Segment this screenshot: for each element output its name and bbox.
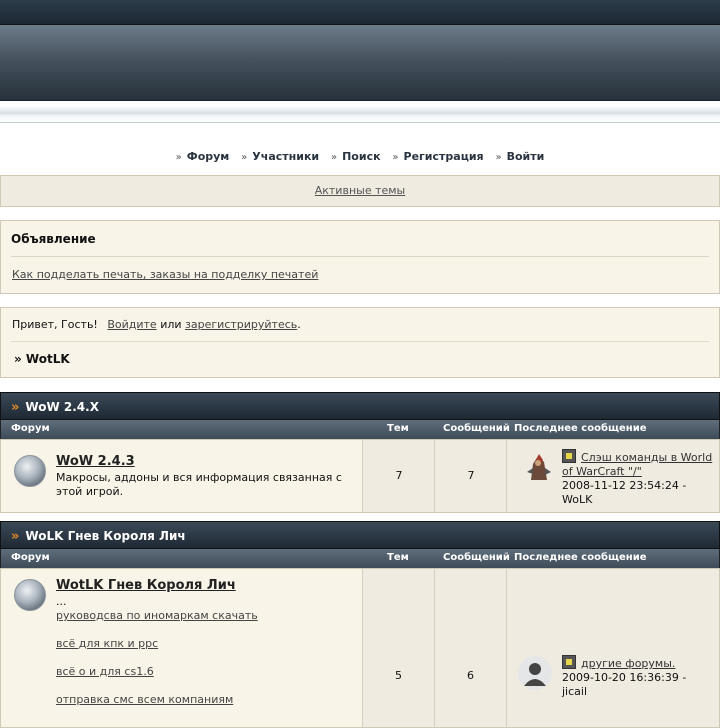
last-post-info: Слэш команды в World of WarCraft "/" 200… — [562, 449, 717, 507]
avatar — [521, 450, 555, 484]
chevron-right-icon: » — [495, 152, 502, 163]
subforum-link[interactable]: всё для кпк и ppc — [56, 637, 258, 665]
col-posts: Сообщений — [443, 423, 510, 434]
forum-title[interactable]: WotLK Гнев Короля Лич — [56, 578, 236, 593]
column-headers: Форум Тем Сообщений Последнее сообщение — [0, 549, 720, 568]
active-topics-bar: Активные темы — [0, 175, 720, 207]
post-icon — [562, 655, 576, 669]
default-user-icon — [518, 656, 552, 690]
last-post-user[interactable]: jicail — [562, 685, 587, 698]
col-forum: Форум — [11, 423, 50, 434]
announcement-title: Объявление — [11, 232, 96, 246]
chevron-right-icon: » — [392, 152, 399, 163]
login-link[interactable]: Войдите — [107, 318, 156, 331]
greeting-panel: Привет, Гость! Войдите или зарегистрируй… — [0, 307, 720, 378]
greeting-suffix: . — [297, 318, 301, 331]
greeting-text: Привет, Гость! — [12, 318, 98, 331]
last-post-date: 2008-11-12 23:54:24 - — [562, 479, 687, 492]
posts-count: 7 — [434, 440, 507, 512]
subforum-list: руководсва по иномаркам скачать всё для … — [56, 609, 258, 721]
subforum-link[interactable]: руководсва по иномаркам скачать — [56, 609, 258, 637]
col-topics: Тем — [387, 552, 409, 563]
chevron-right-icon: » — [11, 400, 20, 415]
subforum-link[interactable]: всё о и для cs1.6 — [56, 665, 258, 693]
col-last-post: Последнее сообщение — [514, 423, 647, 434]
nav-members[interactable]: » Участники — [241, 150, 319, 163]
col-posts: Сообщений — [443, 552, 510, 563]
last-post-date: 2009-10-20 16:36:39 - — [562, 671, 687, 684]
last-post-cell: Слэш команды в World of WarCraft "/" 200… — [506, 440, 719, 512]
divider — [11, 256, 709, 257]
register-link[interactable]: зарегистрируйтесь — [185, 318, 297, 331]
last-post-cell: другие форумы. 2009-10-20 16:36:39 - jic… — [506, 569, 719, 727]
last-post-info: другие форумы. 2009-10-20 16:36:39 - jic… — [562, 655, 717, 699]
nav-forum[interactable]: » Форум — [176, 150, 230, 163]
nav-register[interactable]: » Регистрация — [392, 150, 483, 163]
forum-description: Макросы, аддоны и вся информация связанн… — [56, 471, 342, 498]
announcement-panel: Объявление Как подделать печать, заказы … — [0, 220, 720, 294]
forum-title[interactable]: WoW 2.4.3 — [56, 454, 135, 469]
chevron-right-icon: » — [175, 152, 182, 163]
last-post-user[interactable]: WoLK — [562, 493, 592, 506]
forum-cell: WoW 2.4.3 Макросы, аддоны и вся информац… — [1, 440, 362, 512]
forum-cell: WotLK Гнев Короля Лич ... руководсва по … — [1, 569, 362, 727]
forum-row: WotLK Гнев Короля Лич ... руководсва по … — [0, 568, 720, 728]
last-post-title[interactable]: Слэш команды в World of WarCraft "/" — [562, 451, 712, 478]
category-wolk: » WoLK Гнев Короля Лич Форум Тем Сообщени… — [0, 521, 720, 728]
nav-login[interactable]: » Войти — [495, 150, 544, 163]
post-icon — [562, 449, 576, 463]
last-post-title[interactable]: другие форумы. — [581, 657, 675, 670]
top-bar — [0, 0, 720, 25]
chevron-right-icon: » — [330, 152, 338, 163]
posts-count: 6 — [434, 569, 506, 727]
forum-status-icon — [14, 579, 46, 611]
col-forum: Форум — [11, 552, 50, 563]
divider — [11, 341, 709, 342]
category-title: WoW 2.4.X — [25, 400, 99, 414]
main-nav: » Форум » Участники » Поиск » Регистрация » В… — [0, 150, 720, 163]
column-headers: Форум Тем Сообщений Последнее сообщение — [0, 420, 720, 439]
col-last-post: Последнее сообщение — [514, 552, 647, 563]
greeting-or: или — [160, 318, 182, 331]
forum-row: WoW 2.4.3 Макросы, аддоны и вся информац… — [0, 439, 720, 513]
header-banner — [0, 25, 720, 101]
header-divider — [0, 106, 720, 123]
announcement-link[interactable]: Как подделать печать, заказы на подделку… — [12, 268, 318, 281]
warrior-avatar-icon — [521, 450, 555, 484]
breadcrumb[interactable]: » WotLK — [14, 352, 70, 366]
category-wow-24x: » WoW 2.4.X Форум Тем Сообщений Последнее… — [0, 392, 720, 513]
forum-description: ... — [56, 595, 67, 608]
category-header[interactable]: » WoW 2.4.X — [0, 392, 720, 420]
topics-count: 7 — [362, 440, 435, 512]
topics-count: 5 — [362, 569, 434, 727]
nav-search[interactable]: » Поиск — [331, 150, 381, 163]
category-title: WoLK Гнев Короля Лич — [25, 529, 186, 543]
chevron-right-icon: » — [241, 152, 248, 163]
subforum-link[interactable]: отправка смс всем компаниям — [56, 693, 258, 721]
greeting-line: Привет, Гость! Войдите или зарегистрируй… — [12, 318, 301, 331]
category-header[interactable]: » WoLK Гнев Короля Лич — [0, 521, 720, 549]
col-topics: Тем — [387, 423, 409, 434]
avatar — [518, 656, 552, 690]
chevron-right-icon: » — [11, 529, 20, 544]
forum-status-icon — [14, 455, 46, 487]
active-topics-link[interactable]: Активные темы — [315, 184, 406, 197]
